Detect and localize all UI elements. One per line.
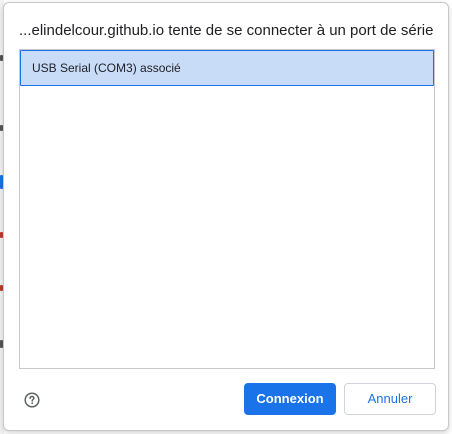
dialog-title: ...elindelcour.github.io tente de se con…: [19, 22, 434, 39]
port-list[interactable]: USB Serial (COM3) associé: [19, 49, 435, 369]
serial-port-chooser-dialog: ...elindelcour.github.io tente de se con…: [3, 2, 449, 431]
cancel-button[interactable]: Annuler: [344, 383, 436, 415]
port-item-com3[interactable]: USB Serial (COM3) associé: [20, 50, 434, 86]
screen: ...elindelcour.github.io tente de se con…: [0, 0, 452, 434]
help-icon[interactable]: [24, 392, 40, 408]
connect-button[interactable]: Connexion: [244, 383, 336, 415]
